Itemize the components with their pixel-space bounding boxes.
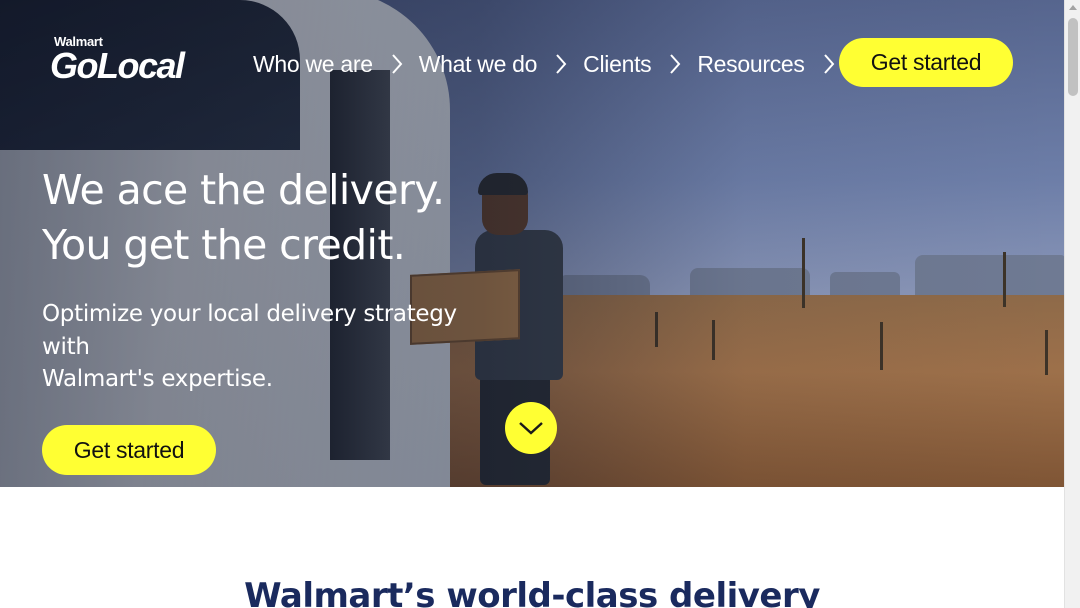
nav-item-label: Who we are xyxy=(253,50,373,77)
main-nav: Who we are What we do Clients Resources xyxy=(253,46,851,82)
nav-get-started-button[interactable]: Get started xyxy=(839,38,1013,87)
hero-subhead: Optimize your local delivery strategy wi… xyxy=(42,298,482,396)
nav-item-clients[interactable]: Clients xyxy=(583,46,697,82)
nav-item-who-we-are[interactable]: Who we are xyxy=(253,46,419,82)
logo-brand-name: GoLocal xyxy=(50,45,185,86)
chevron-right-icon xyxy=(391,54,403,74)
section-title: Walmart’s world-class delivery xyxy=(244,576,820,608)
hero-subhead-line: Walmart's expertise. xyxy=(42,366,273,392)
nav-item-label: What we do xyxy=(418,50,538,77)
hero-headline: We ace the delivery. You get the credit. xyxy=(42,163,445,273)
scrollbar-thumb[interactable] xyxy=(1068,18,1078,96)
chevron-right-icon xyxy=(556,54,567,74)
hero-subhead-line: with xyxy=(42,333,90,360)
chevron-right-icon xyxy=(670,54,681,74)
scroll-up-arrow-icon[interactable] xyxy=(1069,5,1077,10)
golocal-logo[interactable]: Walmart GoLocal xyxy=(50,34,185,86)
chevron-down-icon xyxy=(519,422,543,435)
hero-get-started-button[interactable]: Get started xyxy=(42,425,216,475)
chevron-right-icon xyxy=(823,54,834,74)
nav-item-label: Clients xyxy=(583,50,652,77)
nav-item-what-we-do[interactable]: What we do xyxy=(419,46,583,82)
nav-item-resources[interactable]: Resources xyxy=(697,46,850,82)
hero-headline-line: We ace the delivery. xyxy=(42,166,445,214)
hero-headline-line: You get the credit. xyxy=(42,221,406,269)
scroll-down-button[interactable] xyxy=(505,402,557,454)
page-scrollbar[interactable] xyxy=(1064,0,1080,608)
hero-subhead-line: Optimize your local delivery strategy xyxy=(42,301,457,327)
hero-section: Walmart GoLocal Who we are What we do Cl… xyxy=(0,0,1064,487)
nav-item-label: Resources xyxy=(697,50,805,77)
